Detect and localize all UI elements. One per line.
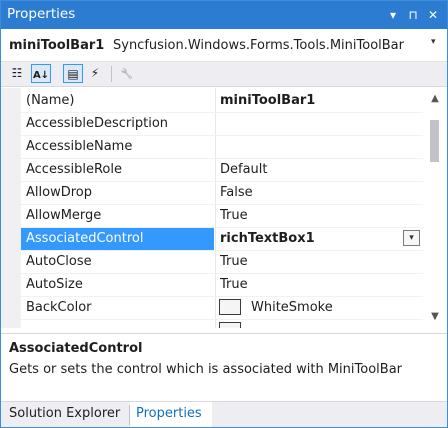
events-button[interactable]: ⚡ [85,64,105,83]
properties-button[interactable]: ▤ [63,64,83,83]
property-value[interactable]: True [220,208,248,223]
scroll-thumb[interactable] [430,120,439,162]
description-panel: AssociatedControl Gets or sets the contr… [1,333,447,400]
properties-icon: ▤ [67,67,79,81]
property-value[interactable]: WhiteSmoke [251,300,333,315]
property-toolbar: ☷ A↓ ▤ ⚡ 🔧 [1,61,447,87]
property-name: BackColor [26,300,92,315]
categorized-button[interactable]: ☷ [7,64,27,83]
property-value[interactable]: richTextBox1 [220,231,315,246]
property-name: AllowMerge [26,208,102,223]
object-name: miniToolBar1 [9,38,105,53]
tab-properties[interactable]: Properties [136,406,202,421]
property-row[interactable]: (Name) miniToolBar1 [21,90,423,113]
grid-margin [1,88,21,328]
bottom-tab-strip: Solution Explorer Properties [1,401,447,427]
property-row-selected[interactable]: AssociatedControl richTextBox1 ▾ [21,228,423,251]
property-name: AllowDrop [26,185,92,200]
property-row[interactable]: AccessibleDescription [21,113,423,136]
value-dropdown-button[interactable]: ▾ [403,230,420,246]
property-pages-button[interactable]: 🔧 [117,64,137,83]
scroll-down-icon[interactable]: ▼ [429,312,441,322]
alphabetical-icon: A↓ [32,70,50,81]
property-row[interactable]: AccessibleName [21,136,423,159]
property-name: AccessibleRole [26,162,122,177]
property-row[interactable]: AccessibleRole Default [21,159,423,182]
categorized-icon: ☷ [11,66,23,80]
property-name: AutoClose [26,254,92,269]
color-swatch [219,299,241,315]
property-name: (Name) [26,93,75,108]
toolbar-separator [111,66,112,82]
description-title: AssociatedControl [9,341,143,356]
property-value[interactable]: True [220,277,248,292]
property-value[interactable]: False [220,185,253,200]
property-row[interactable]: AllowDrop False [21,182,423,205]
property-name: AccessibleDescription [26,116,169,131]
property-name: AssociatedControl [26,231,144,246]
color-swatch [219,322,241,328]
property-pages-icon: 🔧 [120,69,134,80]
vertical-scrollbar[interactable]: ▲ ▼ [425,88,445,328]
property-name: AutoSize [26,277,83,292]
property-grid[interactable]: (Name) miniToolBar1 AccessibleDescriptio… [1,88,447,328]
property-value[interactable]: True [220,254,248,269]
pin-icon[interactable]: ⊓ [405,7,421,23]
tab-solution-explorer[interactable]: Solution Explorer [9,406,120,421]
title-bar[interactable]: Properties ▾ ⊓ ✕ [1,1,447,29]
window-title: Properties [7,6,76,22]
tab-separator [129,405,130,425]
object-selector[interactable]: miniToolBar1 Syncfusion.Windows.Forms.To… [1,31,447,59]
property-value[interactable]: miniToolBar1 [220,93,315,108]
events-icon: ⚡ [90,66,100,80]
scroll-up-icon[interactable]: ▲ [429,94,441,104]
window-menu-icon[interactable]: ▾ [385,7,401,23]
property-row-partial[interactable] [21,320,423,328]
property-row[interactable]: AutoSize True [21,274,423,297]
close-icon[interactable]: ✕ [425,7,441,23]
property-row[interactable]: AutoClose True [21,251,423,274]
alphabetical-button[interactable]: A↓ [31,64,51,83]
chevron-down-icon[interactable]: ▾ [431,37,436,47]
object-type: Syncfusion.Windows.Forms.Tools.MiniToolB… [113,38,404,53]
property-value[interactable]: Default [220,162,268,177]
property-row[interactable]: BackColor WhiteSmoke [21,297,423,320]
properties-window: Properties ▾ ⊓ ✕ miniToolBar1 Syncfusion… [0,0,448,428]
property-name: AccessibleName [26,139,133,154]
description-text: Gets or sets the control which is associ… [9,362,403,377]
property-row[interactable]: AllowMerge True [21,205,423,228]
chevron-down-icon: ▾ [409,233,414,243]
